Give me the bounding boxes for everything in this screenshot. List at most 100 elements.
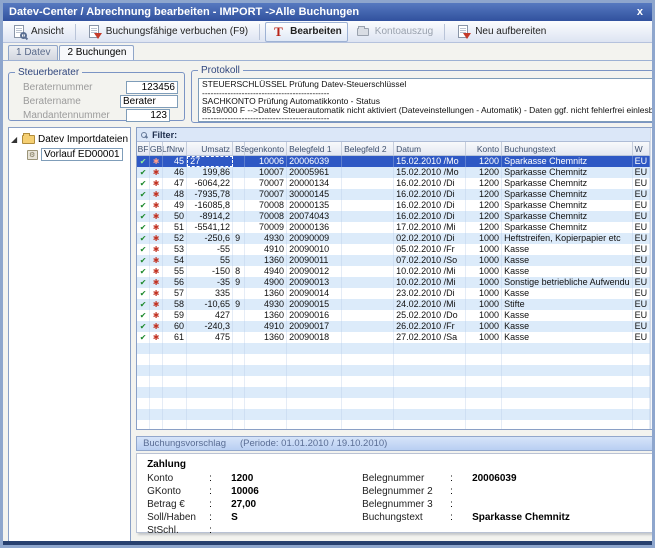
table-row[interactable]: ✔✱53-5549102009001005.02.2010 /Fr1000Kas… — [137, 244, 650, 255]
header-belegfeld2[interactable]: Belegfeld 2 — [342, 142, 394, 155]
cell-bs — [233, 189, 245, 200]
cell-umsatz: -35 — [187, 277, 233, 288]
cell-konto: 1000 — [466, 332, 502, 343]
refresh-document-icon — [456, 25, 471, 39]
star-icon: ✱ — [153, 201, 160, 211]
cell-gb: ✱ — [150, 156, 163, 167]
cell-b1: 20090009 — [287, 233, 342, 244]
cell-lfnr — [163, 420, 187, 429]
filter-bar[interactable]: Filter: — [137, 128, 650, 142]
steuerberater-groupbox: Steuerberater Beraternummer 123456 Berat… — [8, 67, 185, 121]
cell-gk — [245, 398, 287, 409]
cell-gb — [150, 387, 163, 398]
header-datum[interactable]: Datum — [394, 142, 466, 155]
table-row[interactable]: ✔✱50-8914,2700082007404316.02.2010 /Di12… — [137, 211, 650, 222]
cell-b2 — [342, 244, 394, 255]
cell-bf: ✔ — [137, 222, 150, 233]
table-row[interactable]: ✔✱5942713602009001625.02.2010 /Do1000Kas… — [137, 310, 650, 321]
vorlauf-file-icon — [27, 150, 38, 160]
cell-bf: ✔ — [137, 277, 150, 288]
cell-lfnr: 52 — [163, 233, 187, 244]
cell-b1: 20090010 — [287, 244, 342, 255]
cell-gk: 4910 — [245, 321, 287, 332]
toolbar-separator — [75, 24, 76, 40]
cell-b2 — [342, 167, 394, 178]
tab-buchungen[interactable]: 2 Buchungen — [59, 45, 134, 61]
edit-hammer-icon: T — [271, 25, 286, 39]
neu-aufbereiten-label: Neu aufbereiten — [475, 26, 546, 37]
table-row[interactable]: ✔✱48-7935,78700073000014516.02.2010 /Di1… — [137, 189, 650, 200]
cell-text: Sparkasse Chemnitz — [502, 178, 633, 189]
header-waehrung[interactable]: W — [633, 142, 650, 155]
cell-b1: 20090018 — [287, 332, 342, 343]
empty-row — [137, 365, 650, 376]
check-icon: ✔ — [140, 311, 147, 321]
beraternummer-field[interactable]: 123456 — [126, 81, 178, 94]
table-row[interactable]: ✔✱58-10,65949302009001524.02.2010 /Mi100… — [137, 299, 650, 310]
tree-item-vorlauf[interactable]: Vorlauf ED00001 — [27, 147, 128, 162]
cell-text: Sparkasse Chemnitz — [502, 167, 633, 178]
neu-aufbereiten-button[interactable]: Neu aufbereiten — [450, 22, 552, 42]
table-row[interactable]: ✔✱51-5541,12700092000013617.02.2010 /Mi1… — [137, 222, 650, 233]
cell-umsatz: -240,3 — [187, 321, 233, 332]
table-row[interactable]: ✔✱46199,86100072000596115.02.2010 /Mo120… — [137, 167, 650, 178]
cell-b1 — [287, 409, 342, 420]
table-row[interactable]: ✔✱5733513602009001423.02.2010 /Di1000Kas… — [137, 288, 650, 299]
tab-datev[interactable]: 1 Datev — [8, 45, 58, 60]
header-gegenkonto[interactable]: Gegenkonto — [245, 142, 287, 155]
tree-expander-icon[interactable]: ◢ — [11, 135, 19, 144]
tree-root-datev-importdateien[interactable]: ◢ Datev Importdateien — [11, 132, 128, 147]
table-row[interactable]: ✔✱52-250,6949302009000902.02.2010 /Di100… — [137, 233, 650, 244]
cell-konto — [466, 398, 502, 409]
cell-datum — [394, 409, 466, 420]
beratername-field[interactable]: Berater — [120, 95, 178, 108]
cell-umsatz — [187, 354, 233, 365]
table-row[interactable]: ✔✱49-16085,8700082000013516.02.2010 /Di1… — [137, 200, 650, 211]
field-label: Buchungstext — [362, 512, 450, 523]
cell-b2 — [342, 156, 394, 167]
field-value: 1200 — [231, 473, 253, 484]
header-bf[interactable]: BF — [137, 142, 150, 155]
table-row[interactable]: ✔✱56-35949002009001310.02.2010 /Mi1000So… — [137, 277, 650, 288]
table-row[interactable]: ✔✱545513602009001107.02.2010 /So1000Kass… — [137, 255, 650, 266]
cell-b1: 20074043 — [287, 211, 342, 222]
cell-text: Sparkasse Chemnitz — [502, 222, 633, 233]
table-row[interactable]: ✔✱47-6064,22700072000013416.02.2010 /Di1… — [137, 178, 650, 189]
cell-w — [633, 387, 650, 398]
header-konto[interactable]: Konto — [466, 142, 502, 155]
cell-datum: 07.02.2010 /So — [394, 255, 466, 266]
table-row[interactable]: ✔✱4527100062000603915.02.2010 /Mo1200Spa… — [137, 156, 650, 167]
verbuchen-button[interactable]: Buchungsfähige verbuchen (F9) — [81, 22, 254, 42]
header-gb[interactable]: GB — [150, 142, 163, 155]
ansicht-button[interactable]: Ansicht — [6, 22, 70, 42]
header-belegfeld1[interactable]: Belegfeld 1 — [287, 142, 342, 155]
cell-b1: 20090016 — [287, 310, 342, 321]
table-row[interactable]: ✔✱6147513602009001827.02.2010 /Sa1000Kas… — [137, 332, 650, 343]
header-lfnr[interactable]: LfNrw — [163, 142, 187, 155]
bearbeiten-button[interactable]: T Bearbeiten — [265, 22, 348, 42]
bearbeiten-label: Bearbeiten — [290, 26, 342, 37]
cell-gk: 4940 — [245, 266, 287, 277]
cell-text: Kasse — [502, 332, 633, 343]
star-icon: ✱ — [153, 190, 160, 200]
close-button[interactable]: x — [634, 6, 646, 18]
kontoauszug-button: Kontoauszug — [350, 22, 439, 42]
mandantennummer-field[interactable]: 123 — [126, 109, 170, 122]
cell-umsatz — [187, 376, 233, 387]
cell-datum — [394, 376, 466, 387]
empty-row — [137, 376, 650, 387]
cell-lfnr — [163, 354, 187, 365]
table-row[interactable]: ✔✱60-240,349102009001726.02.2010 /Fr1000… — [137, 321, 650, 332]
cell-text — [502, 354, 633, 365]
header-bs[interactable]: BS — [233, 142, 245, 155]
cell-w: EU — [633, 266, 650, 277]
left-field-row: Soll/Haben:S — [147, 511, 362, 524]
cell-w: EU — [633, 277, 650, 288]
table-row[interactable]: ✔✱55-150849402009001210.02.2010 /Mi1000K… — [137, 266, 650, 277]
header-buchungstext[interactable]: Buchungstext — [502, 142, 633, 155]
header-umsatz[interactable]: Umsatz — [187, 142, 233, 155]
star-icon: ✱ — [153, 245, 160, 255]
cell-b1: 30000145 — [287, 189, 342, 200]
cell-gk: 10006 — [245, 156, 287, 167]
cell-datum: 23.02.2010 /Di — [394, 288, 466, 299]
